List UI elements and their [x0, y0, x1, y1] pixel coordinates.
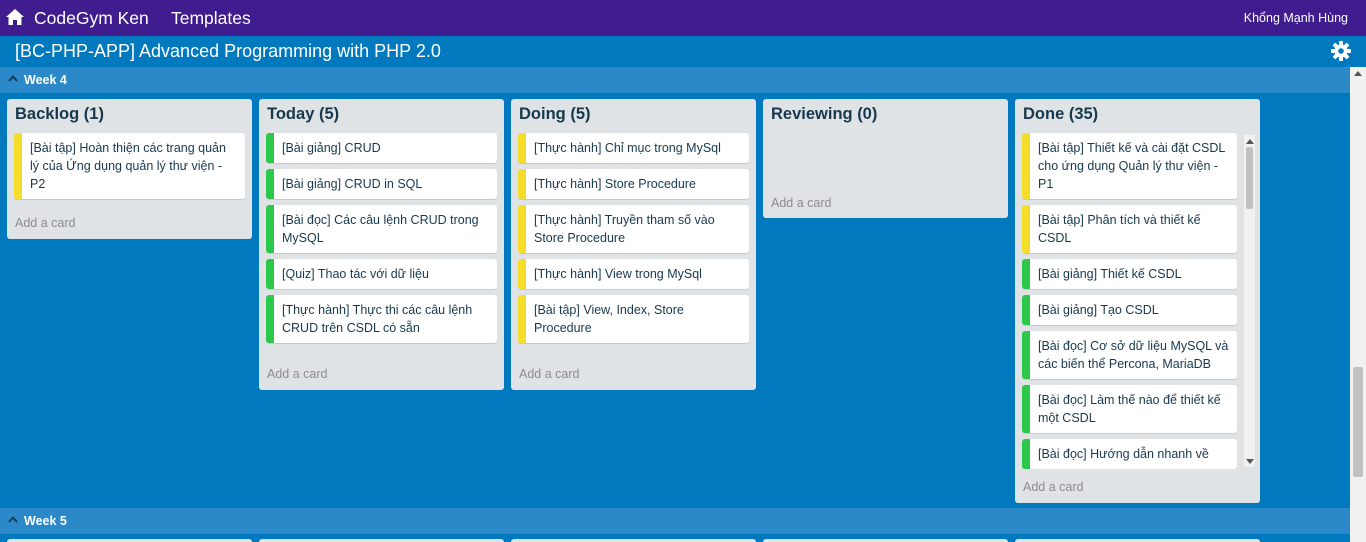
card-text: [Bài đọc] Làm thế nào để thiết kế một CS…	[1038, 393, 1221, 425]
board-header: [BC-PHP-APP] Advanced Programming with P…	[0, 36, 1366, 67]
card-label-green	[266, 205, 274, 253]
card-text: [Thực hành] Chỉ mục trong MySql	[534, 141, 721, 155]
card-label-green	[1022, 439, 1030, 469]
card-label-yellow	[518, 295, 526, 343]
card-text: [Quiz] Thao tác với dữ liệu	[282, 267, 429, 281]
card[interactable]: [Thực hành] Store Procedure	[518, 169, 749, 199]
scroll-down-arrow-icon[interactable]	[1246, 459, 1254, 464]
list-done: Done (35) [Bài tập] Thiết kế và cài đặt …	[1015, 99, 1260, 503]
card-label-green	[266, 295, 274, 343]
card[interactable]: [Bài đọc] Cơ sở dữ liệu MySQL và các biế…	[1022, 331, 1237, 379]
user-name-link[interactable]: Khổng Mạnh Hùng	[1244, 11, 1348, 25]
card-label-green	[1022, 385, 1030, 433]
page-scrollbar[interactable]	[1350, 67, 1366, 542]
card-label-yellow	[518, 169, 526, 199]
add-card-button[interactable]: Add a card	[1023, 480, 1083, 494]
card-label-green	[266, 133, 274, 163]
list-reviewing: Reviewing (0) Add a card	[763, 99, 1008, 218]
card[interactable]: [Bài đọc] Làm thế nào để thiết kế một CS…	[1022, 385, 1237, 433]
week-4-header[interactable]: Week 4	[0, 67, 1350, 93]
card-label-green	[1022, 259, 1030, 289]
card[interactable]: [Thực hành] Truyền tham số vào Store Pro…	[518, 205, 749, 253]
card-text: [Thực hành] Truyền tham số vào Store Pro…	[534, 213, 715, 245]
chevron-up-icon[interactable]	[8, 515, 18, 523]
card-text: [Bài giảng] Thiết kế CSDL	[1038, 267, 1182, 281]
scrollbar-thumb[interactable]	[1353, 367, 1363, 477]
card-text: [Bài tập] Thiết kế và cài đặt CSDL cho ứ…	[1038, 141, 1225, 191]
card-label-yellow	[14, 133, 22, 199]
week-label: Week 5	[24, 514, 67, 528]
gear-icon[interactable]	[1331, 41, 1351, 61]
brand-link[interactable]: CodeGym Ken	[34, 8, 149, 29]
list-doing: Doing (5) [Thực hành] Chỉ mục trong MySq…	[511, 99, 756, 390]
card[interactable]: [Bài tập] Phân tích và thiết kế CSDL	[1022, 205, 1237, 253]
card[interactable]: [Thực hành] View trong MySql	[518, 259, 749, 289]
card-label-green	[1022, 295, 1030, 325]
card-label-yellow	[518, 205, 526, 253]
card[interactable]: [Bài đọc] Hướng dẫn nhanh về	[1022, 439, 1237, 469]
card[interactable]: [Bài tập] View, Index, Store Procedure	[518, 295, 749, 343]
scrollbar-thumb[interactable]	[1246, 147, 1253, 209]
card-text: [Bài tập] Hoàn thiện các trang quản lý c…	[30, 141, 226, 191]
add-card-button[interactable]: Add a card	[267, 367, 327, 381]
card-text: [Bài giảng] CRUD	[282, 141, 381, 155]
list-today: Today (5) [Bài giảng] CRUD [Bài giảng] C…	[259, 99, 504, 390]
add-card-button[interactable]: Add a card	[519, 367, 579, 381]
card[interactable]: [Bài tập] Thiết kế và cài đặt CSDL cho ứ…	[1022, 133, 1237, 199]
list-backlog: Backlog (1) [Bài tập] Hoàn thiện các tra…	[7, 99, 252, 239]
week-4-lists: Backlog (1) [Bài tập] Hoàn thiện các tra…	[0, 95, 1350, 508]
card[interactable]: [Bài giảng] Tạo CSDL	[1022, 295, 1237, 325]
card[interactable]: [Bài giảng] CRUD	[266, 133, 497, 163]
list-title: Doing (5)	[519, 105, 591, 123]
list-title: Backlog (1)	[15, 105, 104, 123]
scroll-up-arrow-icon[interactable]	[1354, 71, 1362, 76]
card[interactable]: [Bài tập] Hoàn thiện các trang quản lý c…	[14, 133, 245, 199]
card-text: [Thực hành] Store Procedure	[534, 177, 696, 191]
card-text: [Bài tập] Phân tích và thiết kế CSDL	[1038, 213, 1201, 245]
card-text: [Thực hành] View trong MySql	[534, 267, 702, 281]
top-nav-bar: CodeGym Ken Templates Khổng Mạnh Hùng	[0, 0, 1366, 36]
card[interactable]: [Thực hành] Thực thi các câu lệnh CRUD t…	[266, 295, 497, 343]
card-label-yellow	[1022, 133, 1030, 199]
card-label-green	[1022, 331, 1030, 379]
week-5-header[interactable]: Week 5	[0, 508, 1350, 534]
list-title: Done (35)	[1023, 105, 1099, 123]
card[interactable]: [Bài giảng] Thiết kế CSDL	[1022, 259, 1237, 289]
card[interactable]: [Bài đọc] Các câu lệnh CRUD trong MySQL	[266, 205, 497, 253]
templates-link[interactable]: Templates	[171, 8, 251, 29]
card[interactable]: [Thực hành] Chỉ mục trong MySql	[518, 133, 749, 163]
add-card-button[interactable]: Add a card	[771, 196, 831, 210]
scroll-up-arrow-icon[interactable]	[1246, 139, 1254, 144]
board-title: [BC-PHP-APP] Advanced Programming with P…	[15, 41, 441, 61]
card-text: [Bài đọc] Các câu lệnh CRUD trong MySQL	[282, 213, 479, 245]
card-text: [Thực hành] Thực thi các câu lệnh CRUD t…	[282, 303, 473, 335]
card-label-yellow	[518, 133, 526, 163]
add-card-button[interactable]: Add a card	[15, 216, 75, 230]
card-text: [Bài tập] View, Index, Store Procedure	[534, 303, 684, 335]
card-text: [Bài đọc] Hướng dẫn nhanh về	[1038, 447, 1209, 461]
card-text: [Bài giảng] CRUD in SQL	[282, 177, 423, 191]
card-label-yellow	[1022, 205, 1030, 253]
card-text: [Bài giảng] Tạo CSDL	[1038, 303, 1159, 317]
card[interactable]: [Bài giảng] CRUD in SQL	[266, 169, 497, 199]
card-text: [Bài đọc] Cơ sở dữ liệu MySQL và các biế…	[1038, 339, 1229, 371]
week-label: Week 4	[24, 73, 67, 87]
done-cards-scroll-area[interactable]: [Bài tập] Thiết kế và cài đặt CSDL cho ứ…	[1022, 133, 1260, 469]
list-scrollbar[interactable]	[1244, 135, 1255, 467]
card-label-green	[266, 169, 274, 199]
home-icon[interactable]	[5, 8, 25, 26]
card-label-yellow	[518, 259, 526, 289]
card-label-green	[266, 259, 274, 289]
list-title: Reviewing (0)	[771, 105, 878, 123]
chevron-up-icon[interactable]	[8, 74, 18, 82]
card[interactable]: [Quiz] Thao tác với dữ liệu	[266, 259, 497, 289]
list-title: Today (5)	[267, 105, 340, 123]
